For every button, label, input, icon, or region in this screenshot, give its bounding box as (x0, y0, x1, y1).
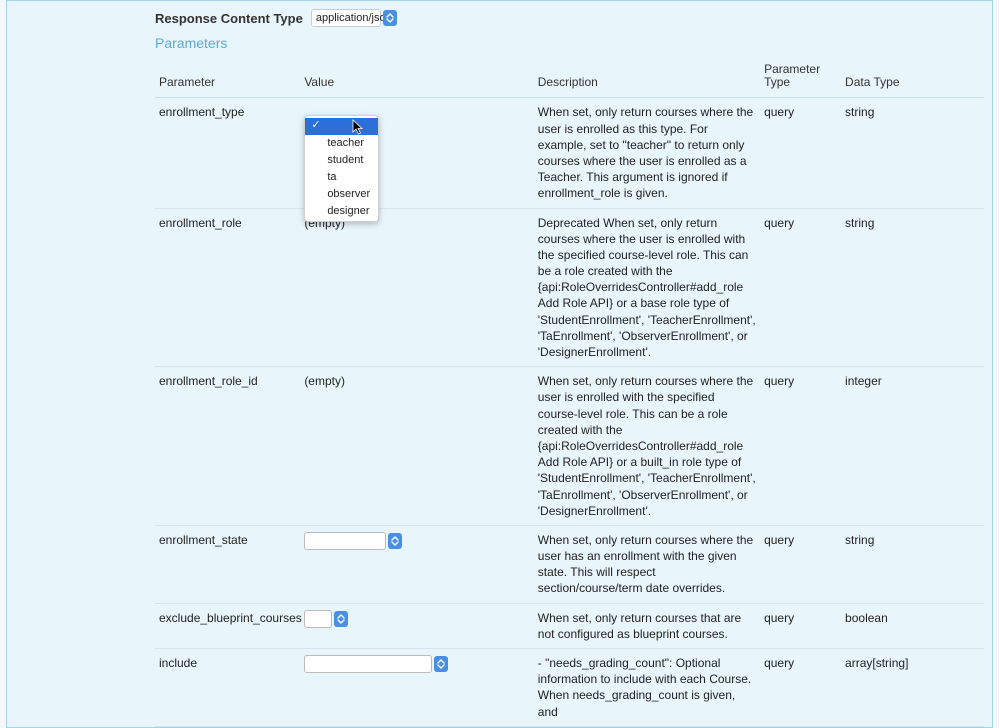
dropdown-option[interactable]: designer (305, 203, 378, 220)
param-name: exclude_blueprint_courses (155, 603, 300, 648)
select-box (304, 610, 332, 628)
header-value: Value (300, 59, 533, 98)
param-name: enrollment_role_id (155, 367, 300, 526)
param-name: enrollment_role (155, 208, 300, 367)
table-row: enrollment_type teacherstudenttaobserver… (155, 98, 984, 208)
chevron-updown-icon (434, 656, 448, 672)
param-value-select[interactable] (304, 610, 348, 628)
param-description: - "needs_grading_count": Optional inform… (534, 649, 760, 727)
dropdown-option[interactable]: student (305, 152, 378, 169)
param-value-cell (300, 525, 533, 603)
dropdown-menu[interactable]: teacherstudenttaobserverdesigner (304, 115, 379, 222)
chevron-updown-icon (334, 611, 348, 627)
header-description: Description (534, 59, 760, 98)
header-parameter-type: Parameter Type (760, 59, 841, 98)
param-name: enrollment_state (155, 525, 300, 603)
table-row: enrollment_role(empty)Deprecated When se… (155, 208, 984, 367)
response-content-type-row: Response Content Type application/json (155, 9, 984, 27)
parameters-heading: Parameters (155, 35, 984, 51)
param-value-select[interactable] (304, 655, 448, 673)
header-data-type: Data Type (841, 59, 984, 98)
chevron-updown-icon (388, 533, 402, 549)
param-value-select[interactable] (304, 532, 402, 550)
param-type: query (760, 603, 841, 648)
param-description: When set, only return courses that are n… (534, 603, 760, 648)
param-datatype: array[string] (841, 649, 984, 727)
param-type: query (760, 649, 841, 727)
dropdown-option[interactable]: teacher (305, 135, 378, 152)
parameters-header-row: Parameter Value Description Parameter Ty… (155, 59, 984, 98)
param-value-cell (300, 649, 533, 727)
param-datatype: boolean (841, 603, 984, 648)
response-content-type-label: Response Content Type (155, 11, 303, 26)
param-value-cell: (empty) (300, 367, 533, 526)
param-type: query (760, 98, 841, 208)
param-name: enrollment_type (155, 98, 300, 208)
api-operation-panel: Response Content Type application/json P… (6, 0, 993, 728)
param-value-cell: (empty) (300, 208, 533, 367)
param-datatype: string (841, 525, 984, 603)
param-datatype: string (841, 98, 984, 208)
param-type: query (760, 208, 841, 367)
table-row: enrollment_state When set, only return co… (155, 525, 984, 603)
chevron-updown-icon (383, 10, 397, 26)
dropdown-option[interactable]: observer (305, 186, 378, 203)
dropdown-option[interactable] (305, 118, 378, 135)
param-datatype: integer (841, 367, 984, 526)
response-content-type-value: application/json (311, 9, 381, 27)
table-row: exclude_blueprint_courses When set, only … (155, 603, 984, 648)
param-value-text: (empty) (304, 374, 345, 388)
param-datatype: string (841, 208, 984, 367)
table-row: enrollment_role_id (empty) When set, only … (155, 367, 984, 526)
select-box (304, 655, 432, 673)
param-type: query (760, 525, 841, 603)
header-parameter: Parameter (155, 59, 300, 98)
param-description: When set, only return courses where the … (534, 525, 760, 603)
param-type: query (760, 367, 841, 526)
operation-content: Response Content Type application/json P… (7, 9, 992, 727)
param-description: When set, only return courses where the … (534, 98, 760, 208)
param-name: include (155, 649, 300, 727)
param-value-cell: teacherstudenttaobserverdesigner (300, 98, 533, 208)
select-box (304, 532, 386, 550)
param-description: Deprecated When set, only return courses… (534, 208, 760, 367)
parameters-table: Parameter Value Description Parameter Ty… (155, 59, 984, 727)
table-row: include - "needs_grading_count": Optional… (155, 649, 984, 727)
param-description: When set, only return courses where the … (534, 367, 760, 526)
dropdown-option[interactable]: ta (305, 169, 378, 186)
param-value-cell (300, 603, 533, 648)
response-content-type-select[interactable]: application/json (311, 9, 397, 27)
